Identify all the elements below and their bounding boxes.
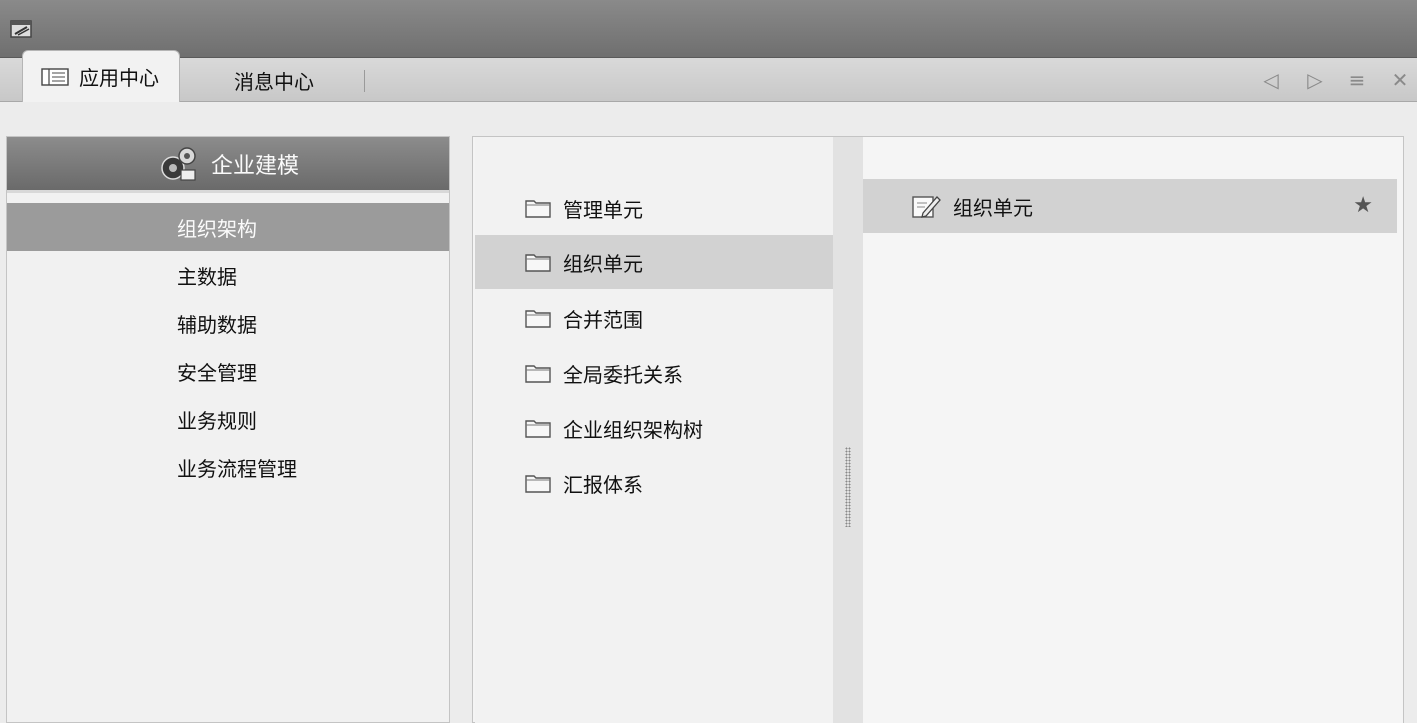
folder-item[interactable]: 汇报体系 xyxy=(475,456,833,510)
tab-bar: 应用中心 消息中心 ◁ ▷ ≡ ✕ xyxy=(0,50,1417,102)
tab-message-center[interactable]: 消息中心 xyxy=(234,58,314,102)
nav-item-label: 安全管理 xyxy=(177,360,257,385)
folder-item[interactable]: 合并范围 xyxy=(475,291,833,345)
folder-icon xyxy=(525,254,551,272)
nav-item-org-structure[interactable]: 组织架构 xyxy=(7,203,449,251)
left-panel-title: 企业建模 xyxy=(210,153,299,179)
nav-item-label: 辅助数据 xyxy=(177,312,257,337)
folder-label: 全局委托关系 xyxy=(563,362,683,387)
nav-item-label: 组织架构 xyxy=(177,216,257,241)
nav-item-master-data[interactable]: 主数据 xyxy=(7,251,449,299)
folder-label: 合并范围 xyxy=(563,307,643,332)
nav-item-label: 业务流程管理 xyxy=(177,456,297,481)
nav-item-business-rules[interactable]: 业务规则 xyxy=(7,395,449,443)
gears-icon xyxy=(161,146,196,181)
tab-menu-icon[interactable]: ≡ xyxy=(1345,68,1369,92)
folder-list: 管理单元 组织单元 合并范围 全局委托关系 企业组织架构树 汇报体系 xyxy=(475,137,833,723)
function-item-org-unit[interactable]: 组织单元 ★ xyxy=(863,179,1397,233)
tab-divider xyxy=(364,70,365,92)
tab-app-center[interactable]: 应用中心 xyxy=(22,50,180,102)
nav-item-bpm[interactable]: 业务流程管理 xyxy=(7,443,449,491)
folder-item[interactable]: 管理单元 xyxy=(475,181,833,235)
folder-label: 汇报体系 xyxy=(563,472,643,497)
folder-icon xyxy=(525,420,551,438)
tab-label: 消息中心 xyxy=(234,69,314,94)
nav-item-auxiliary-data[interactable]: 辅助数据 xyxy=(7,299,449,347)
edit-document-icon xyxy=(912,196,941,218)
panel-splitter[interactable] xyxy=(833,137,863,723)
folder-icon xyxy=(525,200,551,218)
content-panel: 管理单元 组织单元 合并范围 全局委托关系 企业组织架构树 汇报体系 组织单元 … xyxy=(472,136,1404,723)
folder-label: 管理单元 xyxy=(563,197,643,222)
left-navigation-panel: 企业建模 组织架构 主数据 辅助数据 安全管理 业务规则 业务流程管理 xyxy=(6,136,450,723)
folder-label: 组织单元 xyxy=(563,251,643,276)
folder-icon xyxy=(525,310,551,328)
folder-icon xyxy=(525,365,551,383)
prev-tab-icon[interactable]: ◁ xyxy=(1259,68,1283,92)
folder-item[interactable]: 企业组织架构树 xyxy=(475,401,833,455)
app-icon xyxy=(10,20,32,38)
folder-label: 企业组织架构树 xyxy=(563,417,703,442)
function-list: 组织单元 ★ xyxy=(863,137,1403,723)
list-icon xyxy=(41,67,69,86)
folder-item[interactable]: 组织单元 xyxy=(475,235,833,289)
nav-item-label: 主数据 xyxy=(177,264,237,289)
next-tab-icon[interactable]: ▷ xyxy=(1303,68,1327,92)
folder-icon xyxy=(525,475,551,493)
favorite-star-icon[interactable]: ★ xyxy=(1353,193,1373,218)
nav-item-security[interactable]: 安全管理 xyxy=(7,347,449,395)
left-panel-header[interactable]: 企业建模 xyxy=(7,137,449,193)
close-tab-icon[interactable]: ✕ xyxy=(1388,68,1412,92)
nav-item-label: 业务规则 xyxy=(177,408,257,433)
splitter-grip-icon xyxy=(845,447,851,527)
function-item-label: 组织单元 xyxy=(953,195,1033,220)
title-bar xyxy=(0,0,1417,58)
nav-list: 组织架构 主数据 辅助数据 安全管理 业务规则 业务流程管理 xyxy=(7,203,449,491)
folder-item[interactable]: 全局委托关系 xyxy=(475,346,833,400)
tab-label: 应用中心 xyxy=(79,66,159,90)
